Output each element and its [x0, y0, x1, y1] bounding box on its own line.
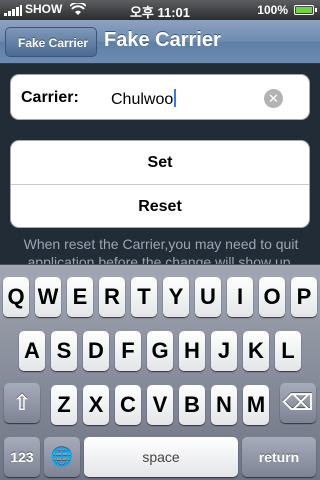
key-m[interactable]: M [243, 385, 269, 425]
clear-icon[interactable]: ✕ [264, 89, 283, 108]
key-c[interactable]: C [115, 385, 141, 425]
reset-button[interactable]: Reset [11, 184, 309, 227]
key-o[interactable]: O [259, 277, 285, 317]
key-z[interactable]: Z [51, 385, 77, 425]
key-r[interactable]: R [99, 277, 125, 317]
key-d[interactable]: D [83, 331, 109, 371]
key-x[interactable]: X [83, 385, 109, 425]
key-e[interactable]: E [67, 277, 93, 317]
numbers-key[interactable]: 123 [4, 437, 40, 477]
space-key[interactable]: space [84, 437, 238, 477]
key-y[interactable]: Y [163, 277, 189, 317]
action-group: Set Reset [10, 140, 310, 228]
carrier-input-value: Chulwoo [111, 91, 174, 108]
key-w[interactable]: W [35, 277, 61, 317]
key-s[interactable]: S [51, 331, 77, 371]
status-bar: SHOW 오후 11:01 100% [0, 0, 320, 20]
key-g[interactable]: G [147, 331, 173, 371]
shift-key[interactable]: ⇧ [4, 383, 40, 423]
key-n[interactable]: N [211, 385, 237, 425]
key-i[interactable]: I [227, 277, 253, 317]
page-title: Fake Carrier [104, 29, 221, 51]
battery-percent: 100% [257, 3, 288, 17]
set-button[interactable]: Set [11, 141, 309, 184]
carrier-input[interactable]: Chulwoo [111, 89, 177, 109]
key-a[interactable]: A [19, 331, 45, 371]
back-button-label: Fake Carrier [18, 36, 89, 50]
carrier-field[interactable]: Carrier: Chulwoo ✕ [10, 74, 310, 120]
key-v[interactable]: V [147, 385, 173, 425]
globe-icon[interactable]: 🌐 [44, 437, 80, 477]
key-l[interactable]: L [275, 331, 301, 371]
battery-icon [294, 5, 317, 15]
return-key[interactable]: return [242, 437, 316, 477]
key-u[interactable]: U [195, 277, 221, 317]
key-p[interactable]: P [291, 277, 317, 317]
key-h[interactable]: H [179, 331, 205, 371]
key-f[interactable]: F [115, 331, 141, 371]
back-button[interactable]: Fake Carrier [5, 27, 98, 57]
key-q[interactable]: Q [3, 277, 29, 317]
key-t[interactable]: T [131, 277, 157, 317]
carrier-label: Carrier: [21, 89, 79, 106]
keyboard: QWERTYUIOP ASDFGHJKL ZXCVBNM ⇧ ⌫ 123 🌐 spa… [0, 264, 320, 480]
text-cursor [174, 89, 177, 107]
key-k[interactable]: K [243, 331, 269, 371]
delete-key[interactable]: ⌫ [280, 383, 316, 423]
navigation-bar: Fake Carrier Fake Carrier [0, 20, 320, 64]
key-b[interactable]: B [179, 385, 205, 425]
key-j[interactable]: J [211, 331, 237, 371]
